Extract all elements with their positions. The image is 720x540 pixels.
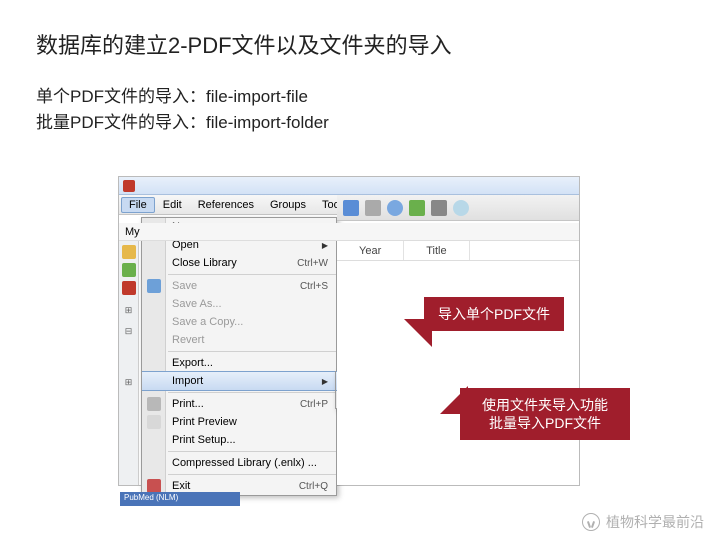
toolbar	[337, 195, 579, 221]
menu-edit[interactable]: Edit	[155, 197, 190, 213]
sidebar-icon[interactable]	[122, 281, 136, 295]
tree-toggle-icon[interactable]: ⊞	[119, 305, 138, 316]
sidebar: ⊞ ⊟ ⊞	[119, 241, 139, 485]
save-icon	[147, 279, 161, 293]
chevron-right-icon: ▶	[322, 377, 328, 386]
menu-groups[interactable]: Groups	[262, 197, 314, 213]
column-headers: Year Title	[337, 241, 579, 261]
menu-item-print-preview[interactable]: Print Preview	[142, 413, 336, 431]
search-icon[interactable]	[387, 200, 403, 216]
menu-sep	[168, 274, 336, 275]
menu-references[interactable]: References	[190, 197, 262, 213]
sidebar-icon[interactable]	[122, 263, 136, 277]
exit-icon	[147, 479, 161, 493]
menu-sep	[168, 451, 336, 452]
sub-line1: 单个PDF文件的导入：file-import-file	[36, 84, 720, 110]
globe-icon[interactable]	[343, 200, 359, 216]
menu-item-save-as: Save As...	[142, 295, 336, 313]
window-titlebar	[119, 177, 579, 195]
print-icon	[147, 397, 161, 411]
callout-batch-pdf: 使用文件夹导入功能 批量导入PDF文件	[460, 388, 630, 440]
tree-toggle-icon[interactable]: ⊟	[119, 326, 138, 337]
menu-file[interactable]: File	[121, 197, 155, 213]
library-tab[interactable]: My	[121, 224, 144, 240]
menu-item-compressed[interactable]: Compressed Library (.enlx) ...	[142, 454, 336, 472]
library-tab-row: My	[119, 223, 579, 241]
menu-item-import[interactable]: Import▶	[142, 371, 336, 391]
status-bar: PubMed (NLM)	[120, 492, 240, 506]
wechat-icon	[582, 513, 600, 531]
sync-icon[interactable]	[453, 200, 469, 216]
watermark: 植物科学最前沿	[582, 512, 704, 532]
menu-item-print[interactable]: Print...Ctrl+P	[142, 395, 336, 413]
callout-single-pdf: 导入单个PDF文件	[424, 297, 564, 331]
sidebar-icon[interactable]	[122, 245, 136, 259]
menu-item-save: SaveCtrl+S	[142, 277, 336, 295]
content-pane: Year Title	[337, 241, 579, 485]
app-icon	[123, 180, 135, 192]
menu-sep	[168, 474, 336, 475]
tree-toggle-icon[interactable]: ⊞	[119, 377, 138, 388]
print-preview-icon	[147, 415, 161, 429]
sub-line2: 批量PDF文件的导入：file-import-folder	[36, 110, 720, 136]
card-icon[interactable]	[365, 200, 381, 216]
arrow-icon[interactable]	[409, 200, 425, 216]
menu-item-print-setup[interactable]: Print Setup...	[142, 431, 336, 449]
menu-item-close[interactable]: Close LibraryCtrl+W	[142, 254, 336, 272]
menu-sep	[168, 392, 336, 393]
file-dropdown[interactable]: New... Open▶ Close LibraryCtrl+W SaveCtr…	[141, 217, 337, 496]
col-year[interactable]: Year	[337, 241, 404, 260]
menu-item-revert: Revert	[142, 331, 336, 349]
slide-title: 数据库的建立2-PDF文件以及文件夹的导入	[0, 0, 720, 60]
slide-subtitle: 单个PDF文件的导入：file-import-file 批量PDF文件的导入：f…	[0, 60, 720, 135]
folder-icon[interactable]	[431, 200, 447, 216]
col-title[interactable]: Title	[404, 241, 469, 260]
menu-item-export[interactable]: Export...	[142, 354, 336, 372]
menu-item-save-copy: Save a Copy...	[142, 313, 336, 331]
menu-sep	[168, 351, 336, 352]
chevron-right-icon: ▶	[322, 241, 328, 250]
